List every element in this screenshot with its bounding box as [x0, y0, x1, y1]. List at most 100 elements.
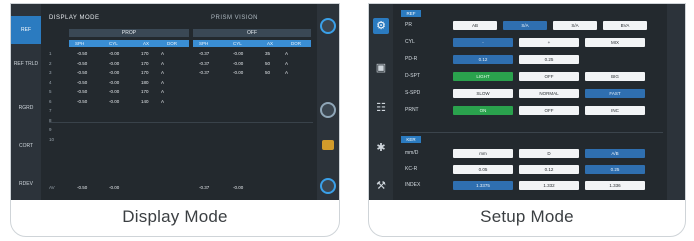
tab-ref[interactable]: REF — [11, 16, 41, 44]
group-prop: PROP — [69, 29, 189, 37]
table-cell: A — [285, 51, 289, 56]
setting-label: S-SPD — [405, 90, 421, 96]
table-row: 2 -0.50 -0.00 170 A -0.37 -0.00 50 A — [49, 60, 313, 68]
option-button[interactable]: A/B — [585, 149, 645, 158]
table-row: 6 -0.50 -0.00 140 A — [49, 98, 313, 106]
table-cell: -0.00 — [109, 51, 120, 56]
row-index: 3 — [49, 70, 52, 75]
option-button[interactable]: BIG — [585, 72, 645, 81]
avg-cyl: -0.00 — [109, 185, 120, 190]
row-index: 7 — [49, 108, 52, 113]
table-cell: 170 — [141, 70, 149, 75]
option-button[interactable]: INC — [585, 106, 645, 115]
table-row: 4 -0.50 -0.00 180 A — [49, 79, 313, 87]
option-button[interactable]: 1.3375 — [453, 181, 513, 190]
table-cell: 170 — [141, 89, 149, 94]
power-icon[interactable] — [320, 178, 336, 194]
section-divider — [401, 132, 663, 133]
row-index: 5 — [49, 89, 52, 94]
table-cell: -0.00 — [233, 51, 244, 56]
knob-icon[interactable] — [320, 102, 336, 118]
setup-mode-screen: ⚙ ▣ ☷ ✱ ⚒ REF PR AB S/A S/A BVA CYL - + MIX PD-R 0… — [369, 4, 685, 200]
table-cell: 170 — [141, 51, 149, 56]
header-cyl: CYL — [233, 41, 242, 46]
header-ax: AX — [143, 41, 150, 46]
table-divider — [49, 122, 313, 192]
section-ker: KER — [401, 136, 421, 143]
header-ax: AX — [267, 41, 274, 46]
option-button[interactable]: NORMAL — [519, 89, 579, 98]
table-cell: A — [285, 60, 289, 66]
table-cell: 50 — [265, 70, 271, 75]
tab-ref-trld[interactable]: REF TRLD — [11, 56, 41, 78]
table-cell: A — [161, 60, 165, 66]
setting-label: KC-R — [405, 166, 418, 172]
setting-label: CYL — [405, 39, 415, 45]
option-button[interactable]: 0.25 — [519, 55, 579, 64]
option-button[interactable]: ON — [453, 106, 513, 115]
table-cell: -0.00 — [109, 60, 120, 66]
table-cell: -0.37 — [199, 70, 210, 75]
setup-mode-caption: Setup Mode — [480, 207, 574, 226]
option-button[interactable]: MIX — [585, 38, 645, 47]
mode-dial-icon[interactable] — [320, 18, 336, 34]
table-cell: A — [161, 89, 165, 94]
table-cell: -0.50 — [77, 79, 88, 85]
tab-rdev[interactable]: RDEV — [11, 176, 41, 192]
option-button[interactable]: 0.25 — [585, 165, 645, 174]
setting-label: PD-R — [405, 56, 418, 62]
row-index: AV — [49, 185, 55, 190]
tools-icon[interactable]: ⚒ — [373, 178, 389, 194]
option-button[interactable]: FAST — [585, 89, 645, 98]
setting-label: PRNT — [405, 107, 419, 113]
setup-left-rail: ⚙ ▣ ☷ ✱ ⚒ — [369, 4, 393, 200]
option-button[interactable]: 0.05 — [453, 165, 513, 174]
row-index: 1 — [49, 51, 52, 56]
off-header: SPH CYL AX DOR — [193, 40, 311, 47]
option-button[interactable]: + — [519, 38, 579, 47]
header-dor: DOR — [291, 41, 301, 46]
display-right-rail — [317, 4, 339, 200]
section-ref: REF — [401, 10, 421, 17]
table-row: 5 -0.50 -0.00 170 A — [49, 88, 313, 96]
option-button[interactable]: 0.12 — [519, 165, 579, 174]
option-button[interactable]: 0.12 — [453, 55, 513, 64]
average-row: AV -0.50 -0.00 -0.37 -0.00 — [49, 184, 313, 192]
setting-label: mm/D — [405, 150, 419, 156]
table-cell: -0.37 — [199, 51, 210, 56]
table-cell: -0.50 — [77, 60, 88, 66]
option-button[interactable]: OFF — [519, 106, 579, 115]
table-row: 1 -0.50 -0.00 170 A -0.37 -0.00 35 A — [49, 50, 313, 58]
gear-icon[interactable]: ⚙ — [373, 18, 389, 34]
table-cell: -0.00 — [233, 60, 244, 66]
table-cell: -0.00 — [109, 89, 120, 94]
option-button[interactable]: SLOW — [453, 89, 513, 98]
table-cell: 170 — [141, 60, 149, 66]
table-cell: 50 — [265, 60, 271, 66]
printer-icon[interactable] — [322, 140, 334, 150]
header-dor: DOR — [167, 41, 177, 46]
option-button[interactable]: D — [519, 149, 579, 158]
option-button[interactable]: - — [453, 38, 513, 47]
network-icon[interactable]: ☷ — [373, 100, 389, 116]
header-sph: SPH — [199, 41, 209, 46]
option-button[interactable]: BVA — [603, 21, 647, 30]
table-cell: -0.50 — [77, 89, 88, 94]
monitor-icon[interactable]: ▣ — [373, 60, 389, 76]
header-cyl: CYL — [109, 41, 118, 46]
option-button[interactable]: S/A — [553, 21, 597, 30]
settings-icon[interactable]: ✱ — [373, 140, 389, 156]
option-button[interactable]: 1.336 — [585, 181, 645, 190]
option-button[interactable]: OFF — [519, 72, 579, 81]
table-cell: A — [161, 51, 165, 56]
tab-rgrd[interactable]: RGRD — [11, 100, 41, 116]
tab-cort[interactable]: CORT — [11, 138, 41, 154]
display-mode-subtitle: PRISM VISION — [211, 15, 259, 21]
option-button[interactable]: LIGHT — [453, 72, 513, 81]
option-button[interactable]: S/A — [503, 21, 547, 30]
option-button[interactable]: AB — [453, 21, 497, 30]
option-button[interactable]: mm — [453, 149, 513, 158]
display-left-rail: REF REF TRLD RGRD CORT RDEV — [11, 4, 41, 200]
option-button[interactable]: 1.332 — [519, 181, 579, 190]
header-sph: SPH — [75, 41, 85, 46]
